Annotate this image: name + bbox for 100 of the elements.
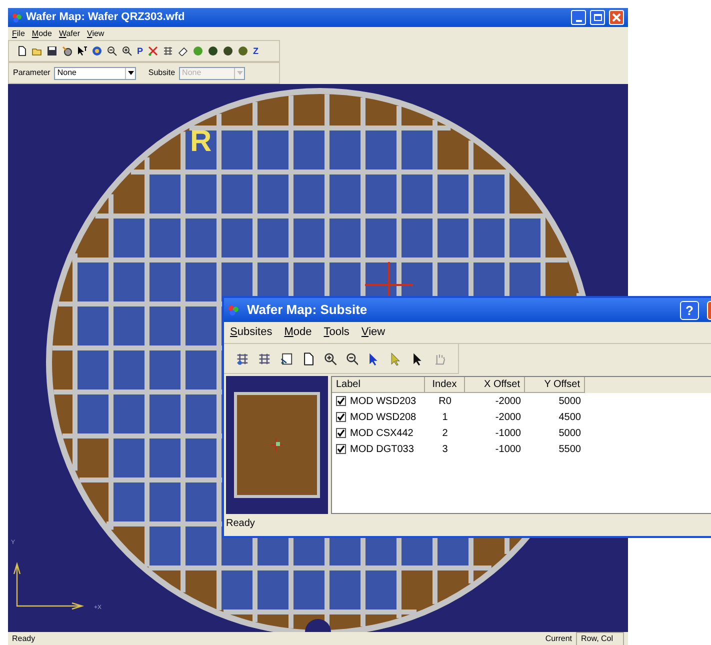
die [438,218,468,258]
zoom-out-icon[interactable] [107,46,117,56]
new-file-icon[interactable] [17,46,27,56]
die [78,306,108,346]
checkbox[interactable] [336,396,346,406]
die [294,130,324,170]
die [186,262,216,302]
column-header[interactable]: X Offset [465,377,525,393]
window-title: Wafer Map: Wafer QRZ303.wfd [26,10,185,26]
die [150,438,180,478]
die [150,262,180,302]
die [150,350,180,390]
save-icon[interactable] [47,46,57,56]
table-cell-text: -2000 [494,410,522,424]
zoom-in-icon[interactable] [122,46,132,56]
die [186,438,216,478]
die [258,570,288,610]
zoom-in-icon[interactable] [324,352,337,366]
open-folder-icon[interactable] [32,46,42,56]
die [366,174,396,214]
die [114,218,144,258]
table-cell-text: 5000 [558,426,582,440]
menu-item[interactable]: File [12,28,25,40]
menu-item[interactable]: Tools [324,324,350,341]
p-button[interactable]: P [137,46,144,56]
axis-arrows-icon [13,562,84,610]
menu-item[interactable]: Mode [284,324,312,341]
die [78,350,108,390]
close-button[interactable] [609,10,624,25]
pointer-icon[interactable] [77,46,87,56]
menu-item[interactable]: Mode [32,28,52,40]
checkbox[interactable] [336,444,346,454]
die [330,130,360,170]
table-cell-text: -1000 [494,426,522,440]
app-icon [228,304,239,316]
column-header[interactable]: Label [332,377,425,393]
menu-item[interactable]: Wafer [58,28,80,40]
table-cell-text: -2000 [494,394,522,408]
die [114,438,144,478]
die [114,262,144,302]
die [114,306,144,346]
column-header[interactable]: Index [425,377,465,393]
maximize-button[interactable] [590,10,605,25]
dot-icon[interactable] [193,46,204,56]
checkbox[interactable] [336,412,346,422]
column-header[interactable]: Y Offset [525,377,585,393]
minimize-button[interactable] [571,10,586,25]
new-file-icon[interactable] [302,352,315,366]
table-cell-text: -1000 [494,442,522,456]
table-cell-text: 5500 [558,442,582,456]
die [258,218,288,258]
die [294,570,324,610]
menu-item[interactable]: Subsites [230,324,272,341]
grid-icon[interactable] [258,352,271,366]
die [150,218,180,258]
z-button[interactable]: Z [253,46,259,56]
table-cell-text: MOD WSD203 [350,394,416,408]
table-cell-text: 2 [441,426,449,440]
app-icon [12,12,22,22]
table-cell-text: 1 [441,410,449,424]
die [114,394,144,434]
zoom-out-icon[interactable] [346,352,358,366]
die [402,218,432,258]
die [330,174,360,214]
checkbox[interactable] [336,428,346,438]
die [402,174,432,214]
eraser-icon[interactable] [178,46,188,56]
window-title: Wafer Map: Subsite [247,301,368,320]
die [222,174,252,214]
status-text: Ready [225,517,256,531]
field-label: Subsite [148,67,176,79]
menu-item[interactable]: View [361,324,386,341]
die [114,350,144,390]
table-cell-text: 3 [441,442,449,456]
grid-icon[interactable] [163,46,174,56]
dot-icon[interactable] [208,46,218,56]
die [258,130,288,170]
die [114,482,144,522]
die [186,130,216,170]
die [330,218,360,258]
menu-item[interactable]: View [87,28,104,40]
die [294,218,324,258]
die [150,482,180,522]
die [330,570,360,610]
die [186,218,216,258]
die [186,526,216,566]
round-icon[interactable] [92,46,102,56]
die [186,350,216,390]
die [186,482,216,522]
help-button[interactable]: ? [680,300,699,320]
die [222,218,252,258]
status-field: Row, Col [576,632,624,645]
table-cell-text: R0 [438,394,452,408]
grid-icon[interactable] [236,352,249,366]
die [78,262,108,302]
dot-icon[interactable] [238,46,248,56]
dropdown-arrow-icon [236,71,243,75]
dot-icon[interactable] [223,46,234,56]
die [186,174,216,214]
dropdown[interactable]: None [54,66,136,80]
